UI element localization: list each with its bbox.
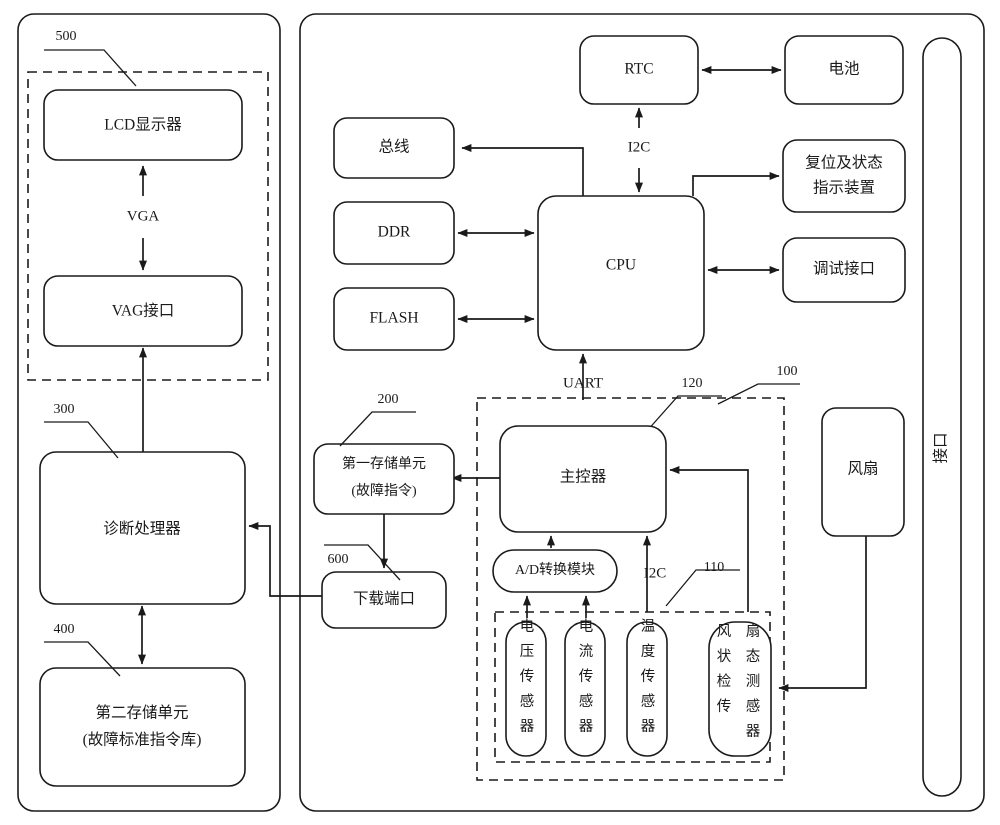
signal-label-uart: UART [563, 375, 603, 391]
ref-number-300: 300 [54, 402, 75, 417]
block-reset-status-indicator[interactable] [782, 139, 906, 213]
ref-number-500: 500 [56, 29, 77, 44]
block-cpu-label: CPU [606, 257, 636, 274]
ref-number-200: 200 [378, 392, 399, 407]
block-second-memory-unit-line1: 第二存储单元 [95, 704, 188, 722]
block-vga-interface-label: VAG接口 [112, 302, 175, 320]
block-rtc-label: RTC [624, 61, 653, 78]
block-second-memory-unit[interactable] [39, 667, 246, 787]
block-download-port-label: 下载端口 [353, 590, 415, 608]
ref-number-120: 120 [682, 376, 703, 391]
block-first-memory-unit-line2: (故障指令) [351, 483, 417, 499]
signal-label-i2c-bottom: I2C [644, 565, 667, 581]
block-first-memory-unit[interactable] [313, 443, 455, 515]
block-interface-bar[interactable] [922, 37, 962, 797]
ref-number-110: 110 [704, 560, 724, 575]
sensor-voltage[interactable] [505, 621, 547, 757]
block-ad-conversion-module-label: A/D转换模块 [515, 561, 595, 578]
block-reset-status-line2: 指示装置 [813, 179, 875, 197]
ref-number-600: 600 [328, 552, 349, 567]
block-main-controller-label: 主控器 [560, 468, 607, 486]
sensor-temperature[interactable] [626, 621, 668, 757]
diagram-canvas: LCD显示器 VGA VAG接口 500 诊断处理器 300 第二存储单元 (故… [0, 0, 1000, 825]
signal-label-vga: VGA [127, 208, 160, 224]
block-lcd-display-label: LCD显示器 [104, 117, 182, 134]
block-second-memory-unit-line2: (故障标准指令库) [83, 731, 202, 749]
ref-number-100: 100 [777, 364, 798, 379]
signal-label-i2c-top: I2C [628, 139, 651, 155]
sensor-current[interactable] [564, 621, 606, 757]
block-ddr-label: DDR [378, 224, 411, 241]
block-first-memory-unit-line1: 第一存储单元 [342, 455, 426, 472]
block-bus-label: 总线 [378, 138, 409, 156]
block-reset-status-line1: 复位及状态 [805, 154, 883, 172]
block-battery-label: 电池 [828, 60, 859, 78]
block-interface-bar-label: 接口 [932, 432, 950, 463]
block-flash-label: FLASH [369, 310, 418, 327]
ref-number-400: 400 [54, 622, 75, 637]
block-debug-interface-label: 调试接口 [813, 260, 875, 278]
block-diagnostic-processor-label: 诊断处理器 [103, 520, 181, 538]
block-fan-label: 风扇 [847, 460, 878, 478]
